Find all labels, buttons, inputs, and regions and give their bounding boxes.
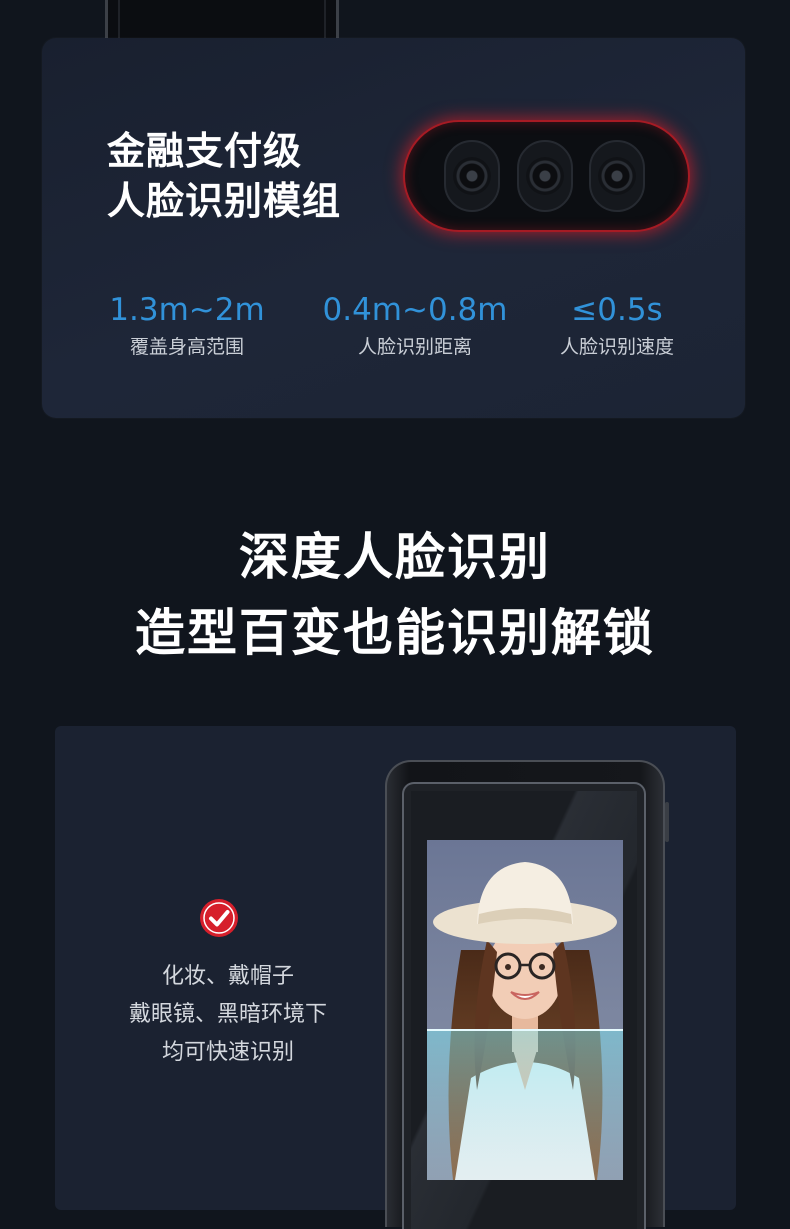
stat-label: 覆盖身高范围	[129, 336, 244, 358]
face-recognition-photo	[427, 840, 623, 1180]
stat-recognition-distance: 0.4m~0.8m 人脸识别距离	[305, 288, 525, 360]
feature-line: 均可快速识别	[161, 1040, 294, 1065]
stat-label: 人脸识别速度	[559, 336, 674, 358]
feature-line: 戴眼镜、黑暗环境下	[128, 1002, 327, 1027]
stat-recognition-speed: ≤0.5s 人脸识别速度	[507, 288, 727, 360]
feature-line: 化妆、戴帽子	[161, 964, 294, 989]
camera-lens-icon	[517, 140, 573, 212]
device-side-button	[665, 802, 669, 842]
module-title-line: 人脸识别模组	[107, 179, 342, 223]
camera-lens-icon	[589, 140, 645, 212]
stat-value: 0.4m~0.8m	[322, 292, 508, 328]
module-title-line: 金融支付级	[107, 129, 303, 173]
section-headline: 深度人脸识别 造型百变也能识别解锁	[0, 519, 790, 671]
camera-module-image	[405, 122, 688, 230]
face-module-card: 金融支付级 人脸识别模组 1.3m~2m 覆盖身高范围 0.4m~0.8m 人脸…	[42, 38, 745, 418]
feature-description: 化妆、戴帽子 戴眼镜、黑暗环境下 均可快速识别	[73, 958, 383, 1072]
check-circle-icon	[200, 899, 238, 937]
headline-line: 深度人脸识别	[239, 528, 551, 586]
camera-lens-icon	[444, 140, 500, 212]
stat-value: 1.3m~2m	[109, 292, 265, 328]
module-title: 金融支付级 人脸识别模组	[107, 126, 341, 226]
device-bottom-edge	[105, 0, 339, 40]
headline-line: 造型百变也能识别解锁	[135, 604, 655, 662]
stat-label: 人脸识别距离	[357, 336, 472, 358]
stat-value: ≤0.5s	[571, 292, 663, 328]
stat-height-range: 1.3m~2m 覆盖身高范围	[77, 288, 297, 360]
